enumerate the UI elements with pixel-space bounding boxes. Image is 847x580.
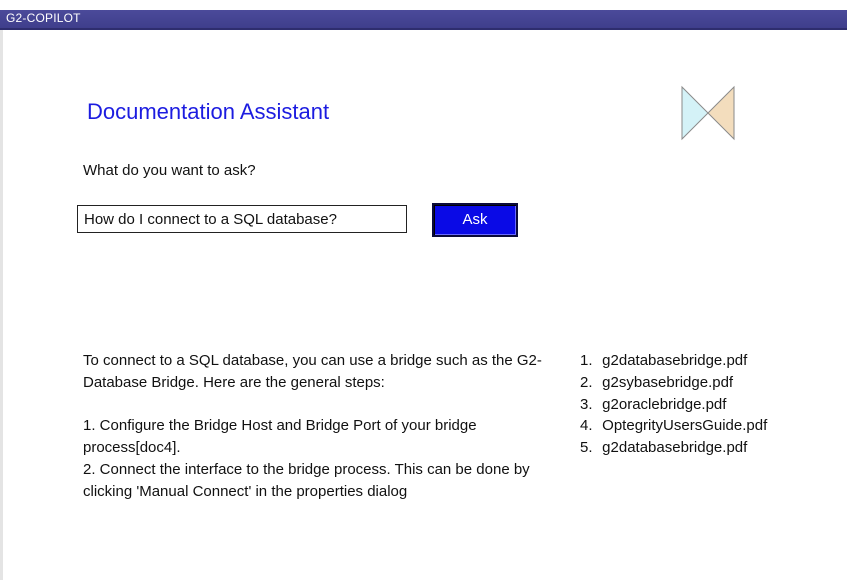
answer-text: To connect to a SQL database, you can us… [83, 350, 553, 503]
source-number: 4. [580, 417, 593, 435]
source-number: 5. [580, 439, 593, 457]
source-number: 3. [580, 395, 593, 413]
page-title: Documentation Assistant [87, 99, 330, 124]
question-input[interactable]: How do I connect to a SQL database? [77, 205, 407, 233]
source-filename[interactable]: g2databasebridge.pdf [602, 352, 747, 369]
title-bar-strip: G2-COPILOT [0, 10, 847, 30]
source-item[interactable]: 3. g2oraclebridge.pdf [580, 394, 767, 416]
source-list: 1. g2databasebridge.pdf 2. g2sybasebridg… [580, 350, 767, 459]
question-label: What do you want to ask? [83, 162, 256, 179]
ask-button[interactable]: Ask [432, 203, 518, 237]
source-filename[interactable]: OptegrityUsersGuide.pdf [602, 417, 767, 434]
bowtie-logo-icon [681, 85, 735, 141]
bowtie-logo-right-wing [707, 85, 735, 141]
source-item[interactable]: 2. g2sybasebridge.pdf [580, 372, 767, 394]
answer-spacer [83, 394, 553, 416]
source-number: 1. [580, 352, 593, 369]
title-bar: G2-COPILOT [0, 0, 847, 30]
answer-paragraph: To connect to a SQL database, you can us… [83, 352, 542, 391]
source-item[interactable]: 5. g2databasebridge.pdf [580, 437, 767, 459]
source-filename[interactable]: g2oraclebridge.pdf [602, 396, 726, 413]
source-filename[interactable]: g2databasebridge.pdf [602, 439, 747, 456]
window-title: G2-COPILOT [6, 11, 81, 25]
answer-paragraph: 2. Connect the interface to the bridge p… [83, 460, 530, 500]
source-item[interactable]: 1. g2databasebridge.pdf [580, 350, 767, 372]
window-left-border [0, 30, 3, 580]
source-item[interactable]: 4. OptegrityUsersGuide.pdf [580, 415, 767, 437]
source-number: 2. [580, 373, 593, 391]
answer-paragraph: 1. Configure the Bridge Host and Bridge … [83, 417, 477, 457]
source-filename[interactable]: g2sybasebridge.pdf [602, 374, 733, 391]
app-window: G2-COPILOT Documentation Assistant What … [0, 0, 847, 580]
bowtie-logo-left-wing [681, 85, 709, 141]
